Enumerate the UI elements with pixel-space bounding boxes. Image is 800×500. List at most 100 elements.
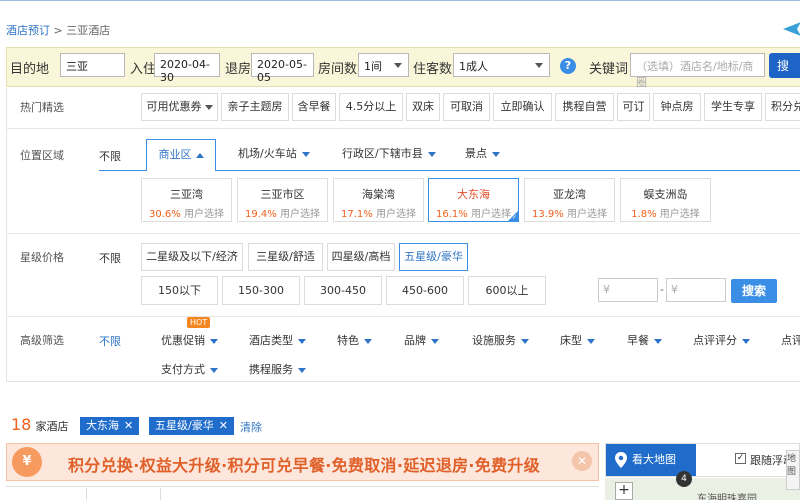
filter-label: 品牌 (404, 334, 426, 347)
search-button[interactable]: 搜 (769, 53, 800, 78)
tab-underline (99, 170, 146, 171)
hot-tag-student[interactable]: 学生专享 (704, 93, 762, 121)
chevron-down-icon (394, 63, 402, 68)
price-tag-over-600[interactable]: 600以上 (468, 276, 546, 305)
result-count: 18 家酒店 (11, 415, 69, 434)
location-title: 位置区域 (20, 149, 64, 162)
filter-bed-type[interactable]: 床型 (560, 332, 595, 348)
area-percent: 16.1% (436, 209, 468, 220)
area-percent: 13.9% (532, 209, 564, 220)
hot-tag-cancelable[interactable]: 可取消 (443, 93, 490, 121)
advanced-unlimited[interactable]: 不限 (99, 333, 121, 349)
hot-tag-self-operated[interactable]: 携程自营 (555, 93, 614, 121)
area-percent: 1.8% (631, 209, 657, 220)
result-count-suffix: 家酒店 (35, 420, 69, 433)
follow-checkbox[interactable]: ✓ (735, 453, 746, 464)
price-min-input[interactable]: ¥ (598, 278, 658, 302)
divider (6, 233, 800, 234)
help-icon[interactable]: ? (560, 58, 576, 74)
selected-filter-dadonghai[interactable]: 大东海 ✕ (80, 417, 140, 435)
location-unlimited[interactable]: 不限 (99, 148, 121, 164)
filter-hotel-type[interactable]: 酒店类型 (249, 332, 306, 348)
selected-filter-luxury[interactable]: 五星级/豪华 ✕ (149, 417, 234, 435)
breadcrumb-home-link[interactable]: 酒店预订 (6, 24, 50, 37)
area-card-yalong-bay[interactable]: 亚龙湾 13.9% 用户选择 (524, 178, 615, 222)
filter-review-more[interactable]: 点评 (781, 332, 800, 348)
price-tag-150-300[interactable]: 150-300 (222, 276, 300, 305)
price-tag-450-600[interactable]: 450-600 (386, 276, 464, 305)
star-tag-luxury[interactable]: 五星级/豪华 (399, 243, 468, 271)
filter-breakfast[interactable]: 早餐 (627, 332, 662, 348)
filter-ctrip-service[interactable]: 携程服务 (249, 361, 306, 377)
area-card-dadonghai[interactable]: 大东海 16.1% 用户选择 ✓ (428, 178, 519, 222)
area-card-wuzhizhou[interactable]: 蜈支洲岛 1.8% 用户选择 (620, 178, 711, 222)
area-suffix: 用户选择 (659, 209, 700, 220)
area-card-sanya-bay[interactable]: 三亚湾 30.6% 用户选择 (141, 178, 232, 222)
hot-tag-points[interactable]: 积分兑 (765, 93, 800, 121)
filter-label: 设施服务 (472, 334, 516, 347)
star-tag-comfort[interactable]: 三星级/舒适 (248, 243, 323, 271)
close-icon[interactable]: ✕ (124, 419, 133, 432)
chevron-down-icon (535, 63, 543, 68)
check-icon: ✓ (511, 214, 517, 221)
area-suffix: 用户选择 (279, 209, 320, 220)
zoom-in-button[interactable]: + (615, 482, 633, 500)
star-price-title: 星级价格 (20, 251, 64, 264)
area-suffix: 用户选择 (375, 209, 416, 220)
checkout-date-input[interactable]: 2020-05-05 (251, 53, 314, 84)
tab-district[interactable]: 行政区/下辖市县 (342, 139, 436, 171)
clear-filters-link[interactable]: 清除 (240, 419, 262, 435)
filter-payment[interactable]: 支付方式 (161, 361, 218, 377)
tab-label: 景点 (465, 147, 487, 160)
star-tag-economy[interactable]: 二星级及以下/经济 (141, 243, 243, 271)
hot-tag-instant-confirm[interactable]: 立即确认 (493, 93, 552, 121)
close-icon[interactable]: ✕ (219, 419, 228, 432)
hot-tag-label: 可用优惠券 (146, 100, 202, 113)
tab-business-district[interactable]: 商业区 (146, 139, 216, 171)
star-tag-premium[interactable]: 四星级/高档 (327, 243, 395, 271)
price-max-input[interactable]: ¥ (666, 278, 726, 302)
hot-tag-hourly[interactable]: 钟点房 (653, 93, 701, 121)
tab-label: 行政区/下辖市县 (342, 147, 423, 160)
filter-label: 床型 (560, 334, 582, 347)
filter-review-score[interactable]: 点评评分 (693, 332, 750, 348)
close-icon[interactable]: ✕ (572, 451, 592, 471)
chevron-down-icon (431, 338, 439, 344)
tab-scenic-spot[interactable]: 景点 (465, 139, 500, 171)
price-tag-300-450[interactable]: 300-450 (304, 276, 382, 305)
area-suffix: 用户选择 (183, 209, 224, 220)
hot-tag-twin-bed[interactable]: 双床 (406, 93, 440, 121)
hot-picks-title: 热门精选 (20, 101, 64, 114)
breadcrumb-current: 三亚酒店 (66, 24, 111, 37)
filter-label: 点评评分 (693, 334, 737, 347)
checkout-label: 退房 (225, 62, 252, 77)
hot-tag-breakfast[interactable]: 含早餐 (292, 93, 336, 121)
filter-feature[interactable]: 特色 (337, 332, 372, 348)
filter-brand[interactable]: 品牌 (404, 332, 439, 348)
hot-tag-rating[interactable]: 4.5分以上 (339, 93, 403, 121)
hot-tag-bookable[interactable]: 可订 (617, 93, 650, 121)
tab-airport-station[interactable]: 机场/火车站 (238, 139, 310, 171)
area-card-haitang-bay[interactable]: 海棠湾 17.1% 用户选择 (333, 178, 424, 222)
chevron-down-icon (210, 338, 218, 344)
rooms-select[interactable]: 1间 (358, 53, 409, 77)
hot-tag-coupon[interactable]: 可用优惠券 (141, 93, 218, 121)
filter-promotion[interactable]: 优惠促销 (161, 332, 218, 348)
map-marker[interactable]: 4 (676, 471, 692, 487)
airplane-icon[interactable] (781, 18, 800, 40)
filter-label: 优惠促销 (161, 334, 205, 347)
hot-tag-family[interactable]: 亲子主题房 (221, 93, 289, 121)
divider (6, 128, 800, 129)
destination-input[interactable]: 三亚 (60, 53, 125, 77)
star-unlimited[interactable]: 不限 (99, 250, 121, 266)
guests-select[interactable]: 1成人 (453, 53, 550, 77)
area-card-sanya-city[interactable]: 三亚市区 19.4% 用户选择 (237, 178, 328, 222)
price-search-button[interactable]: 搜索 (731, 279, 777, 303)
keyword-input[interactable]: （选填）酒店名/地标/商圈 (630, 53, 765, 89)
chevron-down-icon (298, 338, 306, 344)
filter-facilities[interactable]: 设施服务 (472, 332, 529, 348)
checkin-date-input[interactable]: 2020-04-30 (154, 53, 220, 84)
divider (6, 316, 800, 317)
side-map-tab[interactable]: 地图 (786, 450, 800, 490)
price-tag-under-150[interactable]: 150以下 (141, 276, 218, 305)
